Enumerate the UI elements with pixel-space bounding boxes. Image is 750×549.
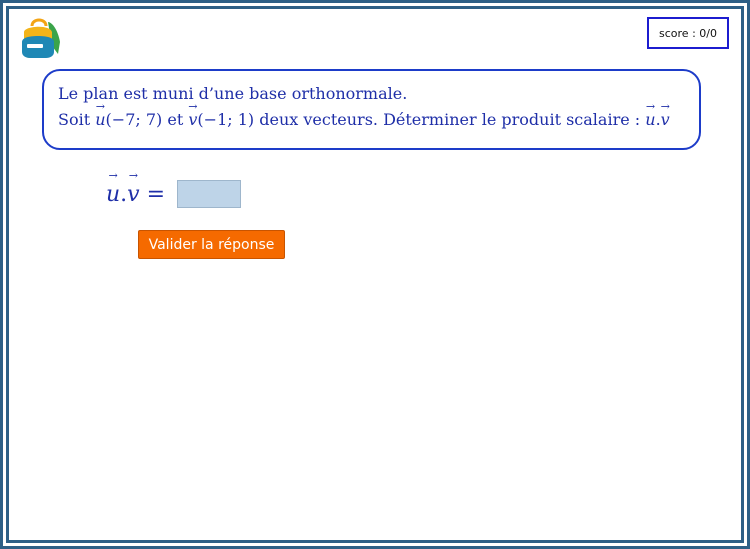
- vector-u-product: u: [645, 107, 655, 133]
- question-conjunction: et: [167, 110, 184, 129]
- validate-button[interactable]: Valider la réponse: [138, 230, 285, 259]
- score-display: score : 0/0: [647, 17, 729, 49]
- question-box: Le plan est muni d’une base orthonormale…: [42, 69, 701, 150]
- vector-v-product: v: [661, 107, 670, 133]
- question-instruction: deux vecteurs. Déterminer le produit sca…: [259, 110, 641, 129]
- score-label: score : 0/0: [659, 26, 717, 40]
- vector-u: u: [95, 107, 105, 133]
- answer-equals: =: [146, 181, 166, 207]
- question-line-1: Le plan est muni d’une base orthonormale…: [58, 81, 685, 107]
- backpack-icon: [22, 18, 60, 58]
- answer-dot: .: [120, 181, 128, 207]
- question-statement: Le plan est muni d’une base orthonormale…: [58, 84, 408, 103]
- answer-line: u.v =: [106, 180, 242, 208]
- answer-expression: u.v =: [106, 182, 165, 207]
- vector-u-coords: (−7; 7): [105, 110, 163, 129]
- answer-vector-v: v: [127, 182, 139, 207]
- question-line-2: Soit u(−7; 7) et v(−1; 1) deux vecteurs.…: [58, 107, 685, 133]
- answer-input[interactable]: [177, 180, 242, 208]
- answer-vector-u: u: [106, 182, 120, 207]
- vector-v-coords: (−1; 1): [197, 110, 255, 129]
- vector-v: v: [188, 107, 197, 133]
- question-prefix: Soit: [58, 110, 91, 129]
